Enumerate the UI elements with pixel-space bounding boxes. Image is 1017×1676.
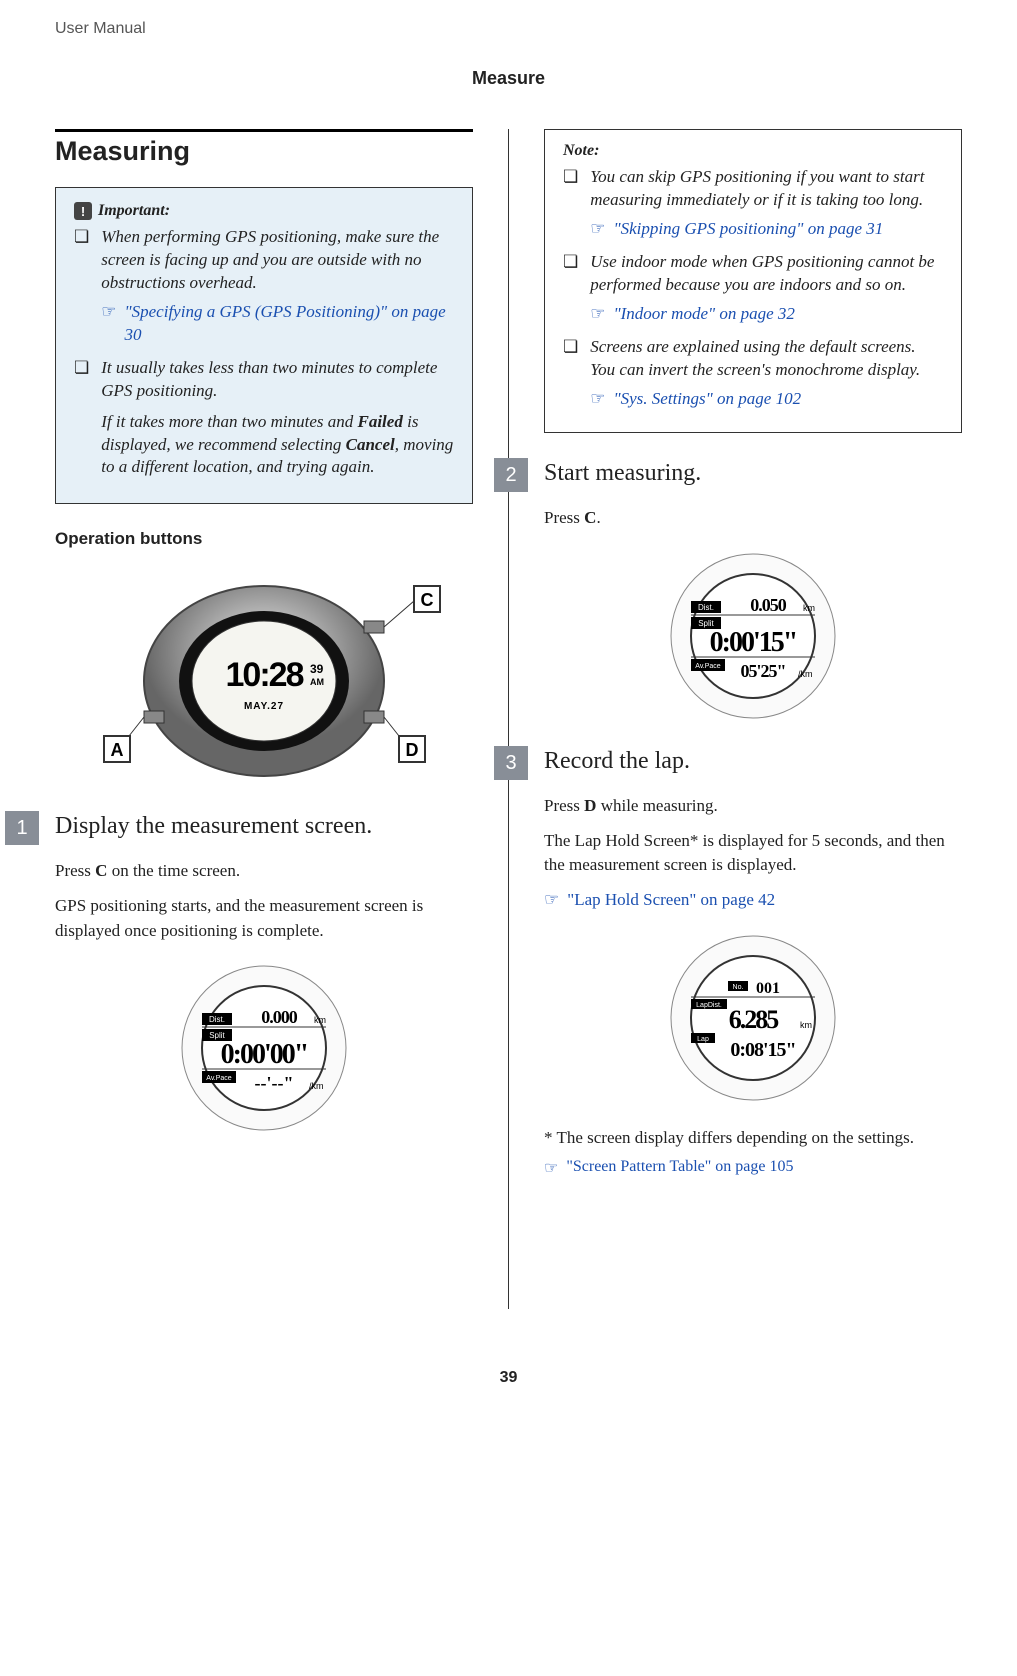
important-title: ! Important: (74, 202, 454, 220)
page-title: Measure (55, 68, 962, 89)
left-column: Measuring ! Important: When performing G… (55, 129, 509, 1309)
doc-header: User Manual (55, 20, 962, 38)
pointing-hand-icon: ☞ (544, 888, 559, 913)
note-item-text: You can skip GPS positioning if you want… (590, 167, 924, 209)
split-value: 0:00'15" (710, 627, 797, 658)
right-column: Note: You can skip GPS positioning if yo… (544, 129, 962, 1309)
step-2-body: Press C. (544, 506, 962, 531)
xref-link[interactable]: ☞ "Lap Hold Screen" on page 42 (544, 888, 962, 913)
watch-sec: 39 (310, 662, 324, 676)
step-number-badge: 1 (5, 811, 39, 845)
pace-label: Av.Pace (206, 1075, 232, 1082)
dist-unit: km (314, 1015, 326, 1025)
xref-link[interactable]: ☞ "Screen Pattern Table" on page 105 (544, 1158, 962, 1178)
pointing-hand-icon: ☞ (590, 218, 605, 241)
note-list: You can skip GPS positioning if you want… (563, 166, 943, 410)
lapdist-label: LapDist. (696, 1002, 722, 1009)
note-item-text: Screens are explained using the default … (590, 337, 920, 379)
step-title: Record the lap. (544, 746, 690, 775)
lapdist-unit: km (800, 1020, 812, 1030)
note-box: Note: You can skip GPS positioning if yo… (544, 129, 962, 433)
button-a-label: A (111, 740, 124, 760)
button-ref: C (584, 508, 596, 527)
footnote-text: * The screen display differs depending o… (544, 1128, 962, 1148)
step-1-body: Press C on the time screen. GPS position… (55, 859, 473, 943)
xref-text: "Specifying a GPS (GPS Positioning)" on … (125, 301, 455, 347)
step-3-header: 3 Record the lap. (494, 746, 962, 780)
step-body-text: The Lap Hold Screen* is displayed for 5 … (544, 829, 962, 878)
lap-value: 0:08'15" (730, 1039, 795, 1061)
important-label: Important: (98, 202, 170, 220)
pace-unit: /km (309, 1081, 324, 1091)
important-item-text: When performing GPS positioning, make su… (101, 227, 439, 292)
step-2-header: 2 Start measuring. (494, 458, 962, 492)
screen-figure-3: No. 001 LapDist. 6.285 km Lap 0:08'15" (544, 933, 962, 1103)
xref-text: "Skipping GPS positioning" on page 31 (614, 218, 884, 241)
xref-text: "Screen Pattern Table" on page 105 (566, 1158, 793, 1176)
operation-buttons-title: Operation buttons (55, 529, 473, 549)
step-3-body: Press D while measuring. The Lap Hold Sc… (544, 794, 962, 913)
important-item: It usually takes less than two minutes t… (74, 357, 454, 480)
button-d-label: D (406, 740, 419, 760)
pace-value: --'--" (255, 1073, 294, 1093)
watch-date: MAY.27 (244, 701, 284, 712)
watch-figure: 10:28 39 AM MAY.27 C A D (55, 561, 473, 781)
no-label: No. (733, 984, 744, 991)
pointing-hand-icon: ☞ (101, 301, 116, 324)
bold-word: Failed (358, 412, 403, 431)
bold-word: Cancel (346, 435, 395, 454)
button-c-label: C (421, 590, 434, 610)
split-value: 0:00'00" (221, 1039, 308, 1070)
watch-ampm: AM (310, 677, 324, 687)
screen-figure-2: Dist. 0.050 km Split 0:00'15" Av.Pace 05… (544, 551, 962, 721)
exclamation-icon: ! (74, 202, 92, 220)
step-1-header: 1 Display the measurement screen. (5, 811, 473, 845)
dist-label: Dist. (209, 1015, 225, 1024)
important-item: When performing GPS positioning, make su… (74, 226, 454, 347)
lapdist-value: 6.285 (729, 1005, 780, 1034)
step-number-badge: 3 (494, 746, 528, 780)
note-item: Screens are explained using the default … (563, 336, 943, 411)
important-item-text: It usually takes less than two minutes t… (101, 358, 437, 400)
page-number: 39 (55, 1369, 962, 1387)
no-value: 001 (756, 980, 780, 997)
xref-link[interactable]: ☞ "Skipping GPS positioning" on page 31 (590, 218, 943, 241)
button-ref: D (584, 796, 596, 815)
lap-label: Lap (697, 1036, 709, 1043)
watch-time: 10:28 (226, 656, 304, 694)
pace-value: 05'25" (741, 661, 786, 681)
dist-value: 0.000 (261, 1007, 298, 1027)
xref-text: "Indoor mode" on page 32 (614, 303, 795, 326)
xref-link[interactable]: ☞ "Sys. Settings" on page 102 (590, 388, 943, 411)
xref-link[interactable]: ☞ "Specifying a GPS (GPS Positioning)" o… (101, 301, 454, 347)
xref-link[interactable]: ☞ "Indoor mode" on page 32 (590, 303, 943, 326)
note-item-text: Use indoor mode when GPS positioning can… (590, 252, 934, 294)
dist-unit: km (803, 603, 815, 613)
section-title: Measuring (55, 129, 473, 167)
important-box: ! Important: When performing GPS positio… (55, 187, 473, 504)
step-body-text: GPS positioning starts, and the measurem… (55, 894, 473, 943)
button-ref: C (95, 861, 107, 880)
pace-label: Av.Pace (695, 663, 721, 670)
step-title: Display the measurement screen. (55, 811, 372, 840)
xref-text: "Sys. Settings" on page 102 (614, 388, 802, 411)
note-title: Note: (563, 142, 943, 160)
pace-unit: /km (798, 669, 813, 679)
dist-label: Dist. (698, 603, 714, 612)
pointing-hand-icon: ☞ (590, 388, 605, 411)
pointing-hand-icon: ☞ (590, 303, 605, 326)
important-para: If it takes more than two minutes and Fa… (101, 411, 454, 480)
step-number-badge: 2 (494, 458, 528, 492)
pointing-hand-icon: ☞ (544, 1158, 558, 1178)
note-item: You can skip GPS positioning if you want… (563, 166, 943, 241)
xref-text: "Lap Hold Screen" on page 42 (567, 888, 775, 913)
two-column-layout: Measuring ! Important: When performing G… (55, 129, 962, 1309)
note-item: Use indoor mode when GPS positioning can… (563, 251, 943, 326)
dist-value: 0.050 (750, 595, 787, 615)
screen-figure-1: Dist. 0.000 km Split 0:00'00" Av.Pace --… (55, 963, 473, 1133)
step-title: Start measuring. (544, 458, 701, 487)
important-list: When performing GPS positioning, make su… (74, 226, 454, 479)
